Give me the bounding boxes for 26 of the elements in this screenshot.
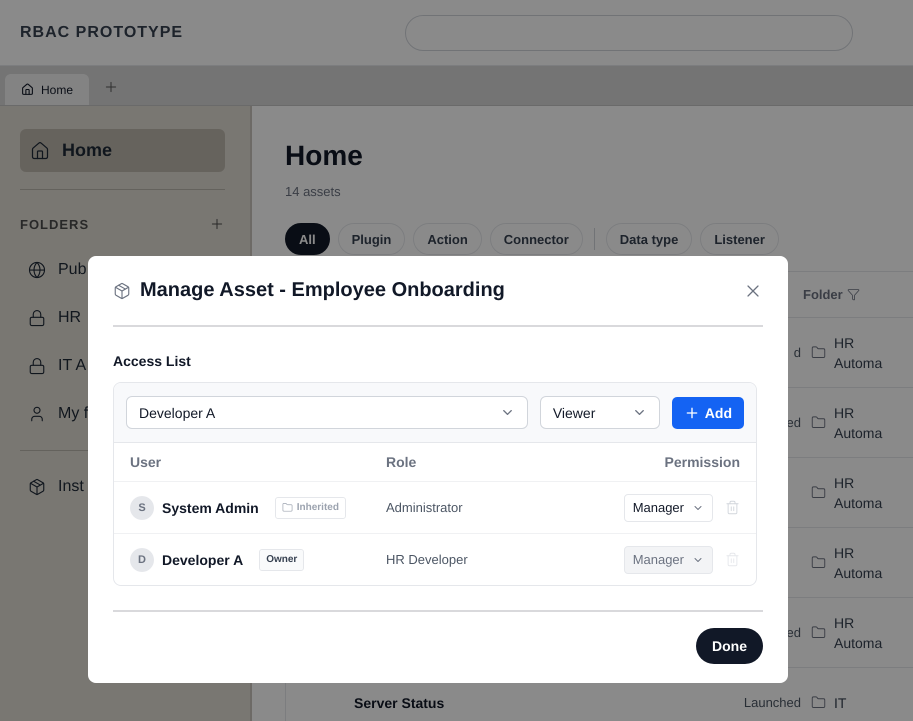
asset-count: 14 assets xyxy=(285,184,342,199)
table-cell-text: Server Status xyxy=(353,694,446,710)
column-header: Role xyxy=(386,454,418,470)
table-cell: Launched xyxy=(744,695,801,710)
role-text: HR Developer xyxy=(386,552,469,567)
table-cell-text: IT xyxy=(834,694,848,712)
table-cell: d xyxy=(794,345,801,360)
table-cell-text: HR Automa xyxy=(834,544,884,582)
owner-badge: Owner xyxy=(259,548,304,570)
app-title: RBAC PROTOTYPE xyxy=(20,24,184,42)
column-header: Permission xyxy=(664,454,740,470)
folders-heading: FOLDERS xyxy=(20,216,90,232)
user-name: System Admin xyxy=(162,500,259,516)
avatar: D xyxy=(130,548,154,572)
dialog-title: Manage Asset - Employee Onboarding xyxy=(140,279,506,302)
table-cell-text: HR Automa xyxy=(834,614,884,652)
table-cell-text: HR Automa xyxy=(834,404,884,442)
column-header: User xyxy=(130,454,162,470)
role-text: Administrator xyxy=(386,500,464,515)
inherited-badge: Inherited xyxy=(274,496,346,518)
table-cell-text: HR Automa xyxy=(834,334,884,372)
page-title: Home xyxy=(285,140,364,172)
avatar: S xyxy=(130,496,154,520)
user-name: Developer A xyxy=(162,552,244,568)
section-title: Access List xyxy=(113,353,192,369)
table-cell-text: HR Automa xyxy=(834,474,884,512)
